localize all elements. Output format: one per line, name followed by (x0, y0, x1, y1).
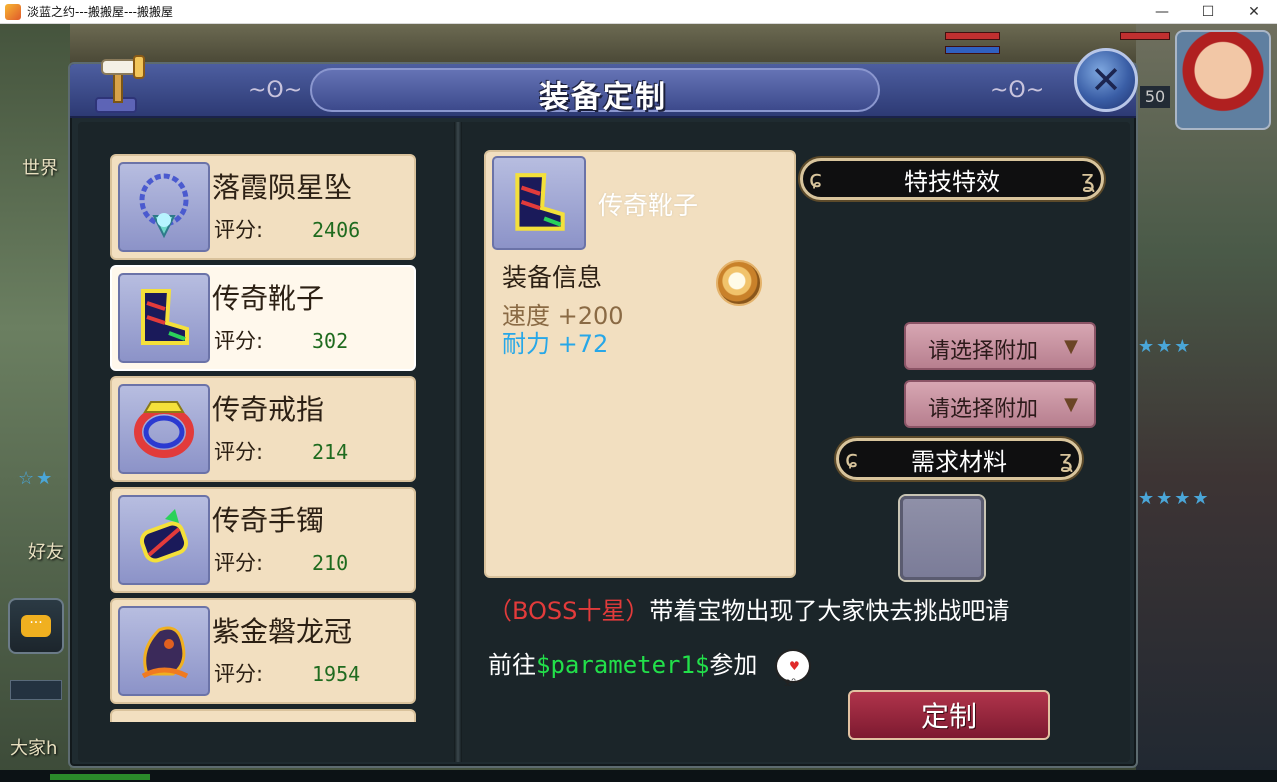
score-label: 评分: (214, 551, 264, 575)
exp-bar (50, 774, 150, 780)
notice-line-1: （BOSS十星）带着宝物出现了大家快去挑战吧请 (488, 584, 1088, 638)
chat-bubble-icon: ··· (21, 615, 51, 637)
dialog-close-button[interactable]: ✕ (1074, 48, 1138, 112)
chat-button[interactable]: ··· (8, 598, 64, 654)
score-value: 1954 (312, 662, 361, 686)
close-icon: ✕ (1090, 58, 1122, 102)
crown-icon (118, 606, 210, 696)
scroll-curl-left: ɕ (845, 445, 859, 473)
attach-select-2[interactable]: 请选择附加 ▼ (904, 380, 1096, 428)
notice-prefix: 前往 (488, 651, 536, 679)
everyone-chat-label: 大家h (10, 738, 58, 759)
minimize-button[interactable]: — (1139, 0, 1185, 24)
scroll-curl-right: ʓ (1081, 165, 1095, 193)
bottom-bar (0, 770, 1277, 782)
skill-effect-banner: ɕ 特技特效 ʓ (800, 158, 1104, 200)
equipment-name: 传奇手镯 (212, 504, 325, 537)
window-controls: — ☐ ✕ (1139, 0, 1277, 24)
materials-label: 需求材料 (911, 447, 1007, 476)
attach-select-1[interactable]: 请选择附加 ▼ (904, 322, 1096, 370)
background-stars-right-2: ★★★★ (1138, 488, 1211, 509)
equipment-item-2[interactable]: 传奇戒指 评分: 214 (110, 376, 416, 482)
window-title: 淡蓝之约---搬搬屋---搬搬屋 (27, 5, 173, 19)
scroll-curl-left: ɕ (809, 165, 823, 193)
score-value: 302 (312, 329, 349, 353)
select-label: 请选择附加 (928, 339, 1039, 364)
notice-parameter: $parameter1$ (536, 651, 710, 679)
dropdown-arrow-icon: ▼ (1064, 394, 1078, 415)
dialog-header: ~ʘ~ ~ʘ~ 装备定制 (70, 64, 1136, 118)
ring-icon (118, 384, 210, 474)
notice-text: 带着宝物出现了大家快去挑战吧请 (649, 597, 1010, 625)
bracelet-icon (118, 495, 210, 585)
background-left-scene (0, 24, 70, 782)
boots-icon (492, 156, 586, 250)
player-level: 50 (1140, 86, 1170, 108)
maximize-button[interactable]: ☐ (1185, 0, 1231, 24)
notice-boss-tag: （BOSS十星） (488, 597, 650, 625)
equipment-item-3[interactable]: 传奇手镯 评分: 210 (110, 487, 416, 593)
equipment-info-heading: 装备信息 (502, 263, 603, 292)
customize-button-label: 定制 (920, 700, 977, 733)
smile-emoji-icon: ♥ (775, 649, 812, 709)
dialog-title: 装备定制 (539, 80, 667, 115)
material-slot[interactable] (900, 496, 984, 580)
score-label: 评分: (214, 662, 264, 686)
equipment-custom-dialog: ~ʘ~ ~ʘ~ 装备定制 ✕ 落霞陨星坠 评分: 2406 传奇靴子 评分: 3… (68, 48, 1138, 768)
player-avatar[interactable] (1175, 30, 1271, 130)
equipment-item-0[interactable]: 落霞陨星坠 评分: 2406 (110, 154, 416, 260)
app-icon (5, 3, 21, 20)
panel-divider (454, 122, 462, 762)
friend-label[interactable]: 好友 (28, 538, 64, 564)
background-stars-right-1: ★★★ (1138, 336, 1193, 357)
equipment-name: 落霞陨星坠 (212, 171, 353, 204)
skill-effect-label: 特技特效 (904, 167, 1000, 196)
heart-icon: ♥ (789, 659, 800, 673)
notice-suffix: 参加 (709, 651, 758, 679)
score-value: 214 (312, 440, 349, 464)
score-value: 2406 (312, 218, 361, 242)
score-label: 评分: (214, 218, 264, 242)
magnify-icon[interactable] (716, 260, 762, 306)
dropdown-arrow-icon: ▼ (1064, 336, 1078, 357)
equipment-list[interactable]: 落霞陨星坠 评分: 2406 传奇靴子 评分: 302 传奇戒指 评分: 214… (110, 154, 416, 722)
channel-badge[interactable] (10, 680, 62, 700)
window-titlebar: 淡蓝之约---搬搬屋---搬搬屋 — ☐ ✕ (0, 0, 1277, 24)
equipment-name: 传奇戒指 (212, 393, 325, 426)
background-stars-left: ☆★ (18, 468, 55, 489)
customize-button[interactable]: 定制 (848, 690, 1050, 740)
hp-bar (945, 32, 1000, 40)
system-notice: （BOSS十星）带着宝物出现了大家快去挑战吧请 前往$parameter1$参加… (488, 584, 1088, 709)
equipment-item-partial[interactable] (110, 709, 416, 722)
select-label: 请选择附加 (928, 397, 1039, 422)
score-label: 评分: (214, 329, 264, 353)
window-close-button[interactable]: ✕ (1231, 0, 1277, 24)
equipment-detail-panel: 传奇靴子 装备信息 速度 +200 耐力 +72 (484, 150, 796, 578)
boots-icon (118, 273, 210, 363)
equipment-name: 传奇靴子 (212, 282, 325, 315)
equipment-name: 紫金磐龙冠 (212, 615, 353, 648)
score-label: 评分: (214, 440, 264, 464)
stat-label: 耐力 (502, 330, 550, 358)
equipment-item-4[interactable]: 紫金磐龙冠 评分: 1954 (110, 598, 416, 704)
world-chat-label: 世界 (22, 158, 58, 179)
target-hp-bar (1120, 32, 1170, 40)
stat-stamina: 耐力 +72 (502, 324, 608, 359)
stat-value: +72 (557, 330, 609, 358)
detail-equipment-name: 传奇靴子 (598, 191, 699, 220)
materials-banner: ɕ 需求材料 ʓ (836, 438, 1082, 480)
hammer-icon (95, 55, 145, 113)
scroll-curl-right: ʓ (1059, 445, 1073, 473)
pendant-icon (118, 162, 210, 252)
score-value: 210 (312, 551, 349, 575)
background-right-scene (1136, 24, 1277, 782)
notice-line-2: 前往$parameter1$参加 ♥ (488, 638, 1088, 709)
mp-bar (945, 46, 1000, 54)
equipment-item-1[interactable]: 传奇靴子 评分: 302 (110, 265, 416, 371)
